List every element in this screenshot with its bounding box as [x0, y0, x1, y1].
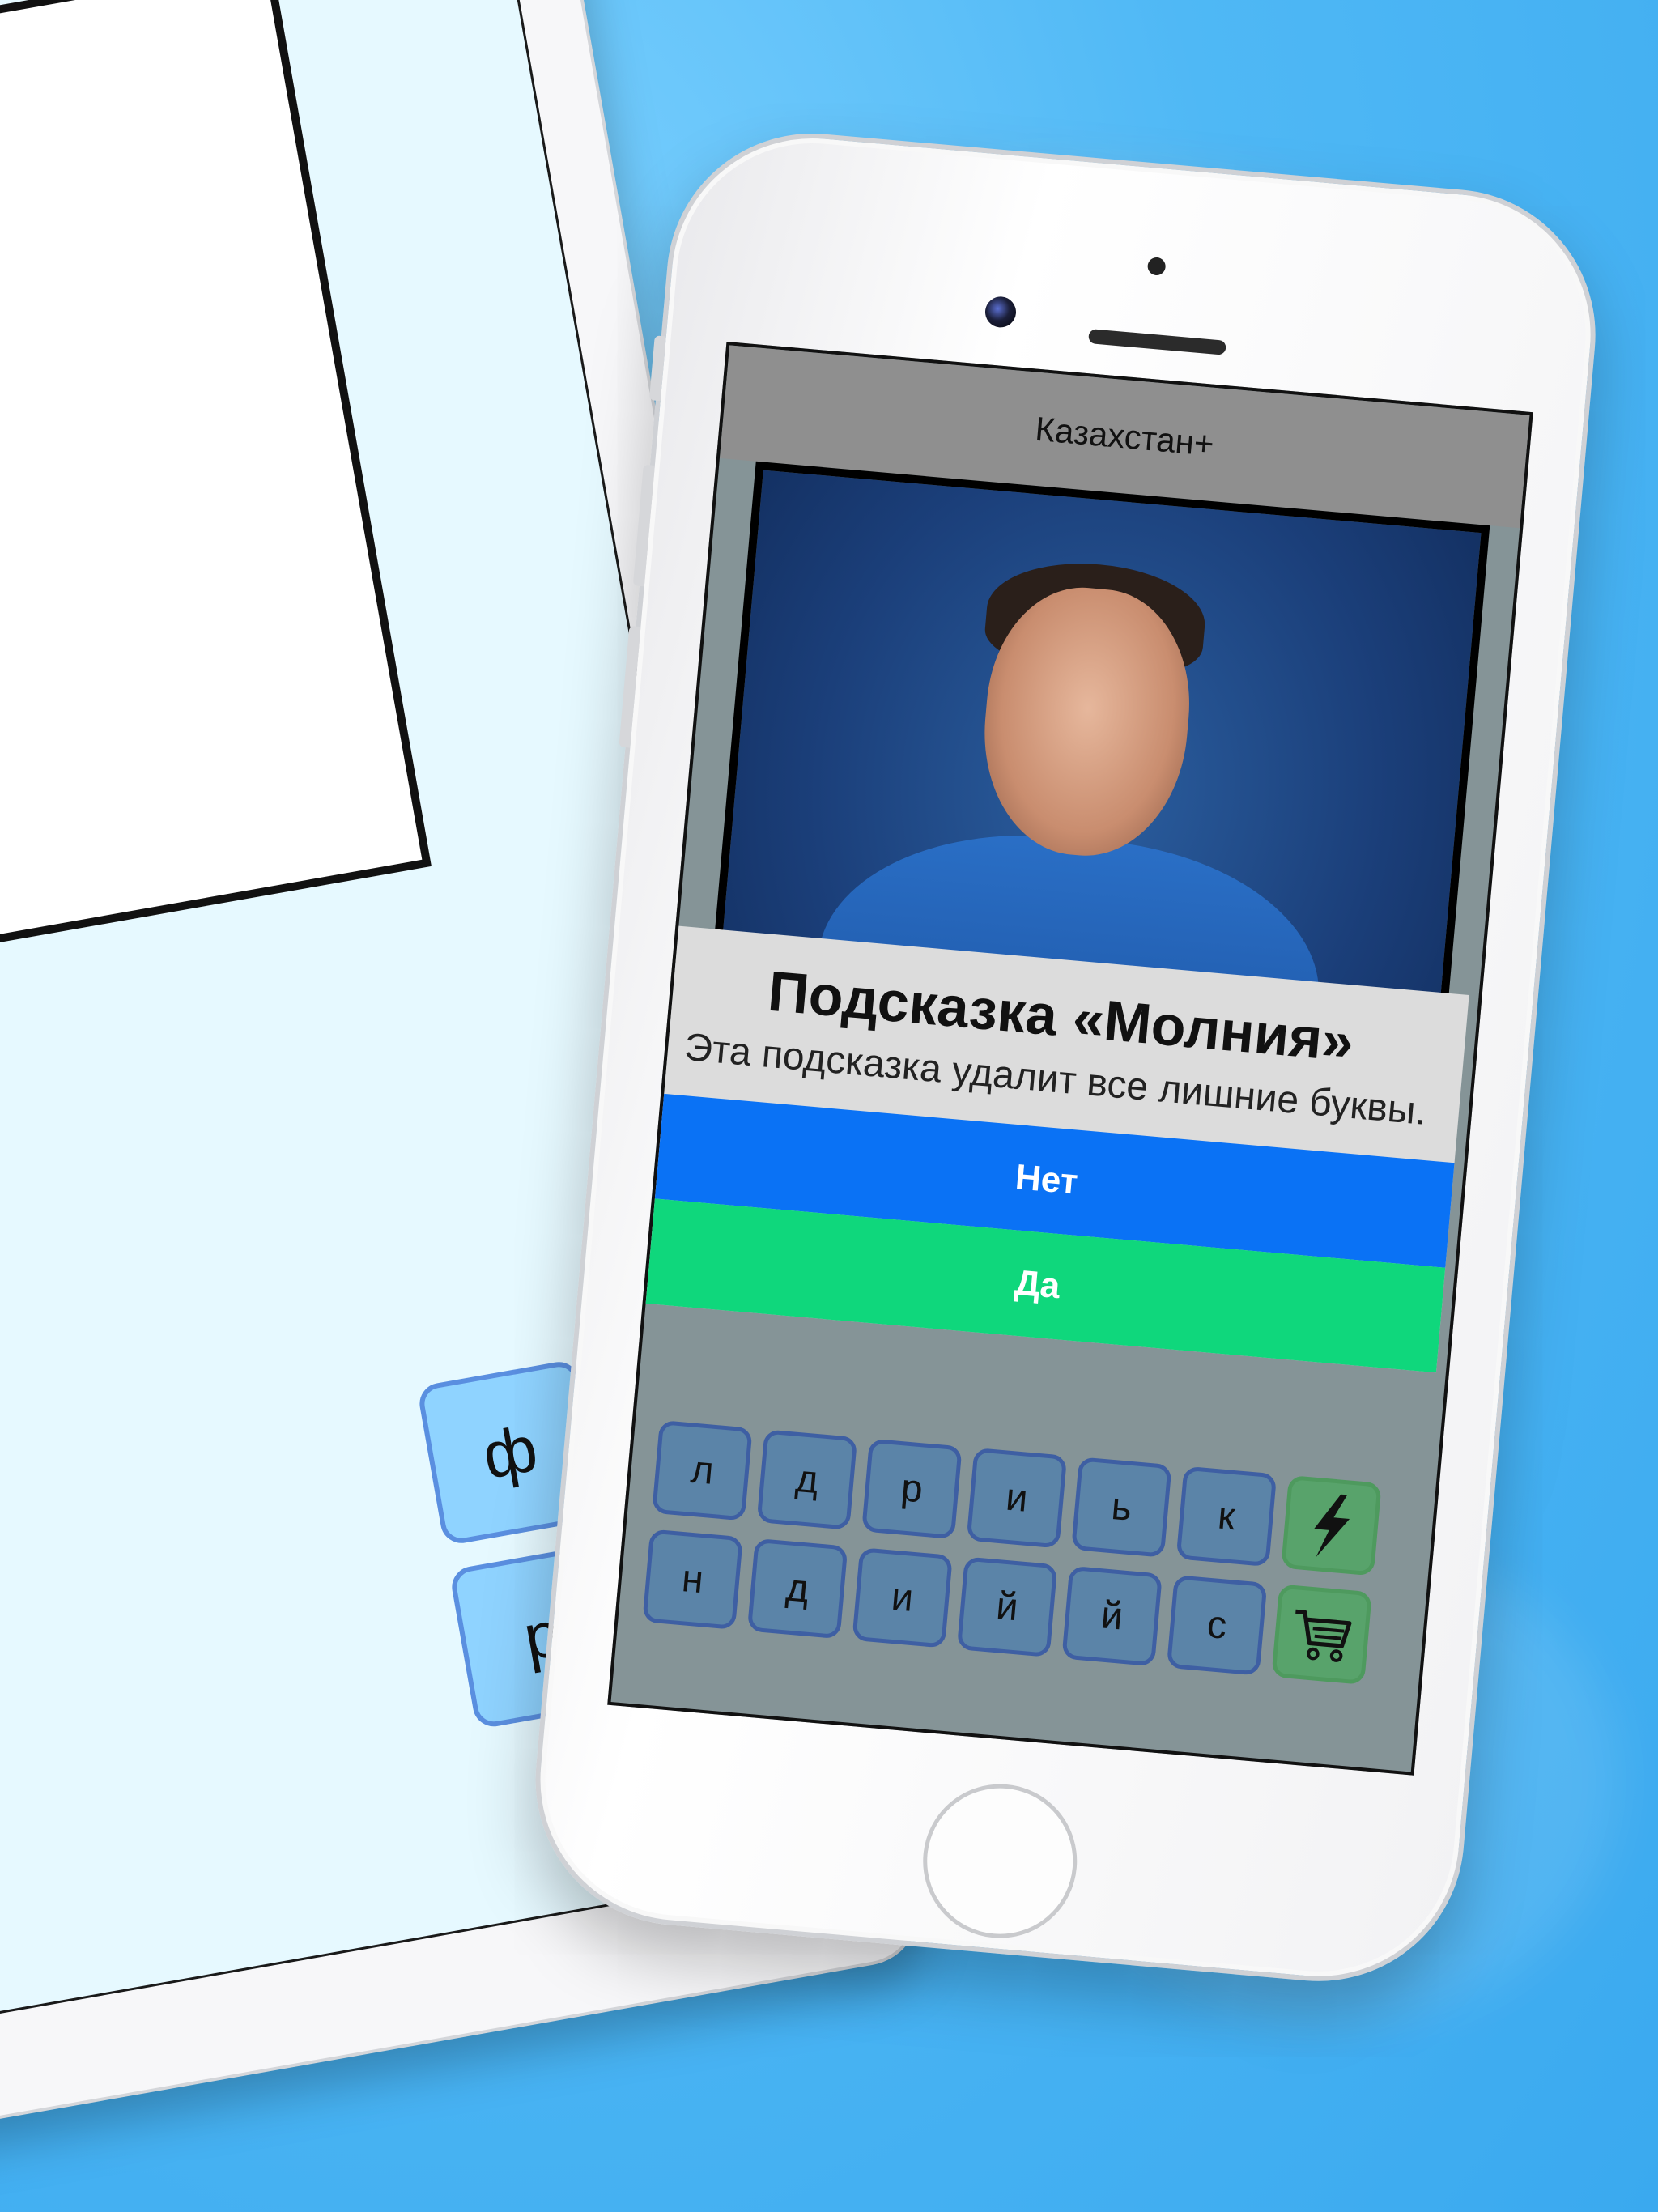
key-letter: с — [1205, 1602, 1229, 1648]
letter-key[interactable]: и — [966, 1447, 1068, 1549]
no-button-label: Нет — [1014, 1156, 1080, 1202]
key-letter: и — [1004, 1475, 1030, 1521]
proximity-sensor — [1146, 257, 1167, 276]
yes-button-label: Да — [1013, 1262, 1062, 1306]
key-letter: л — [689, 1448, 716, 1493]
letter-key[interactable]: й — [1061, 1565, 1163, 1667]
key-letter: д — [784, 1566, 811, 1611]
key-letter: ф — [477, 1411, 543, 1493]
letter-key[interactable]: и — [852, 1547, 953, 1648]
lightning-hint-button[interactable] — [1281, 1474, 1382, 1576]
cart-button[interactable] — [1271, 1584, 1372, 1685]
key-letter: д — [793, 1457, 821, 1503]
letter-key[interactable]: д — [756, 1429, 858, 1530]
key-letter: и — [889, 1575, 916, 1620]
letter-key[interactable]: ь — [1071, 1457, 1172, 1558]
key-letter: р — [899, 1466, 925, 1512]
hint-dialog: Подсказка «Молния» Эта подсказка удалит … — [629, 924, 1469, 1372]
key-letter: й — [994, 1585, 1020, 1630]
phone-device: Казахстан+ Подсказка «Молния» Эта подска… — [523, 121, 1608, 1993]
earpiece-speaker — [1088, 329, 1226, 355]
letter-key[interactable]: д — [746, 1538, 848, 1640]
home-button[interactable] — [916, 1777, 1084, 1945]
phone-screen: Казахстан+ Подсказка «Молния» Эта подска… — [607, 342, 1533, 1776]
letter-key[interactable]: к — [1175, 1465, 1278, 1568]
letter-keyboard: л д р и ь к н д и й й с — [636, 1418, 1435, 1685]
letter-key[interactable]: н — [642, 1529, 743, 1631]
letter-key[interactable]: л — [652, 1419, 753, 1521]
cart-icon — [1295, 1609, 1352, 1662]
key-letter: й — [1099, 1593, 1125, 1639]
front-camera — [984, 295, 1018, 329]
letter-key[interactable]: й — [956, 1556, 1058, 1657]
letter-key[interactable]: с — [1166, 1575, 1268, 1676]
letter-key[interactable]: р — [861, 1438, 963, 1540]
lightning-icon — [1313, 1494, 1350, 1557]
tablet-puzzle-image — [0, 0, 432, 1010]
mute-switch — [648, 335, 666, 402]
key-letter: ь — [1109, 1485, 1134, 1530]
app-title: Казахстан+ — [1033, 409, 1216, 463]
key-letter: н — [680, 1557, 706, 1602]
key-letter: к — [1216, 1494, 1237, 1539]
